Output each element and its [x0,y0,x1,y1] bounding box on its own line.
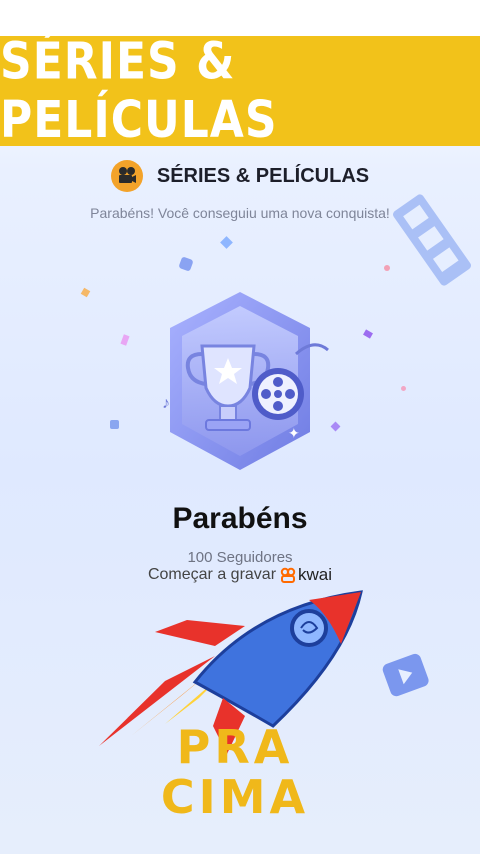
kwai-logo-icon [280,567,296,583]
confetti [178,256,194,272]
banner-title: SÉRIES & PELÍCULAS [0,32,278,150]
followers-count: 100 Seguidores [187,549,293,566]
achievement-header: SÉRIES & PELÍCULAS [0,158,480,194]
sticker-line-1: PRA [176,720,294,774]
start-recording-row: Começar a gravar kwai [0,565,480,585]
confetti [80,287,91,298]
film-strip-decoration [393,194,471,286]
play-button-decoration [382,653,429,697]
header-title: SÉRIES & PELÍCULAS [156,164,370,187]
pra-cima-sticker: PRA CIMA [160,722,310,822]
confetti [401,386,406,391]
sticker-line-2: CIMA [160,770,310,824]
confetti [220,236,233,249]
trophy-badge-icon: ♪ ✦ [162,292,329,470]
kwai-brand: kwai [298,565,333,584]
confetti [363,329,373,339]
achievement-title: Parabéns [172,502,308,535]
svg-text:♪: ♪ [162,395,170,412]
title-banner: SÉRIES & PELÍCULAS [0,32,480,150]
film-camera-icon [110,160,143,192]
svg-text:✦: ✦ [288,425,300,441]
kwai-logo: kwai [280,565,332,585]
top-white-strip [0,0,480,36]
confetti [384,265,390,271]
start-recording-label: Começar a gravar [147,566,277,583]
